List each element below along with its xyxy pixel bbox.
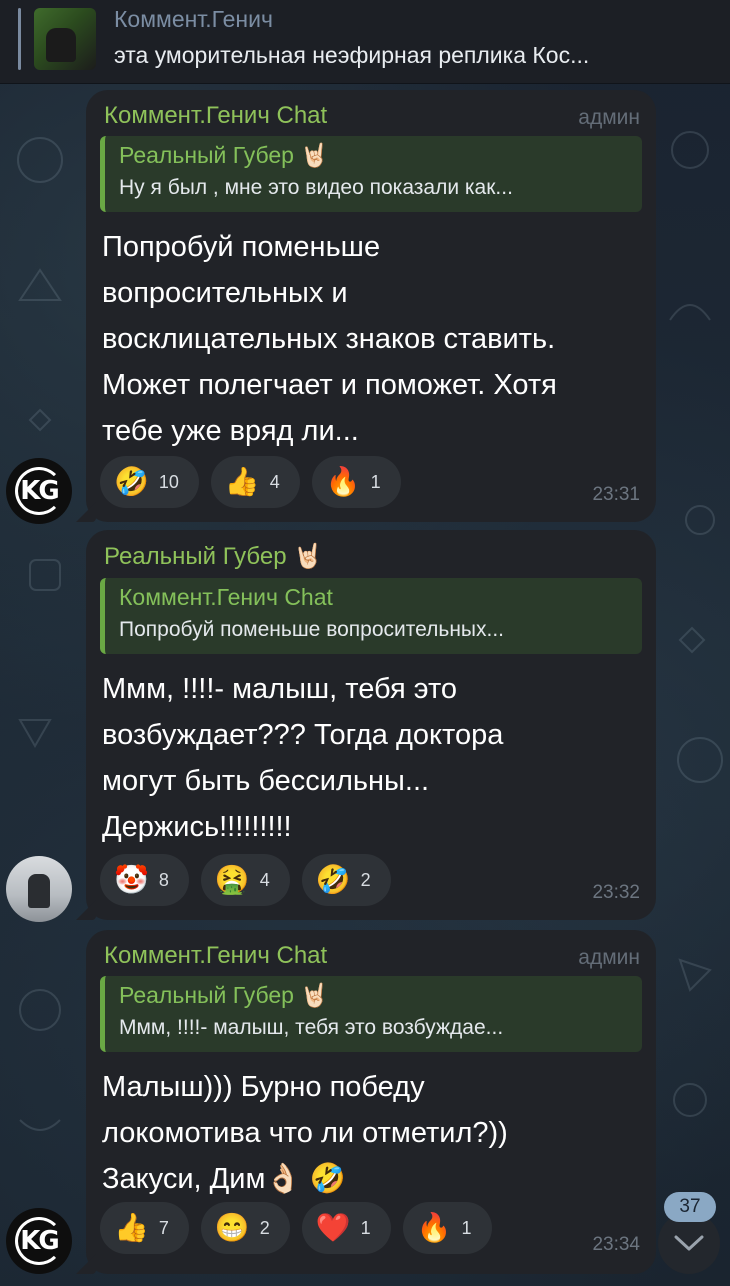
reaction-button[interactable]: 🤣 2 (301, 854, 391, 906)
reaction-button[interactable]: 😁 2 (200, 1202, 290, 1254)
reaction-button[interactable]: 🤮 4 (200, 854, 290, 906)
reply-quote[interactable]: Реальный Губер 🤘🏻 Ну я был , мне это вид… (100, 136, 642, 212)
message-text: Попробуй поменьше вопросительных и воскл… (102, 224, 640, 454)
message-line: восклицательных знаков ставить. (102, 323, 556, 355)
message-line: локомотива что ли отметил?)) (102, 1117, 508, 1149)
avatar-initials: KG (20, 476, 59, 506)
reaction-count: 4 (259, 869, 270, 890)
pinned-text: эта уморительная неэфирная реплика Кос..… (114, 42, 590, 68)
grin-icon: 😁 (214, 1212, 250, 1243)
reply-text: Ну я был , мне это видео показали как... (119, 176, 513, 199)
reaction-count: 1 (461, 1217, 472, 1238)
reply-text: Ммм, !!!!- малыш, тебя это возбуждае... (119, 1016, 504, 1039)
vomit-icon: 🤮 (214, 864, 250, 895)
admin-badge: админ (578, 946, 640, 969)
reaction-button[interactable]: 🤡 8 (100, 854, 189, 906)
avatar[interactable]: KG (6, 458, 72, 524)
reaction-button[interactable]: 👍 7 (100, 1202, 189, 1254)
message-sender[interactable]: Реальный Губер 🤘🏻 (104, 542, 323, 571)
unread-count-badge: 37 (664, 1192, 716, 1222)
message-sender[interactable]: Коммент.Генич Chat (104, 942, 327, 970)
pinned-message-bar[interactable]: Коммент.Генич эта уморительная неэфирная… (0, 0, 730, 84)
reaction-button[interactable]: 🔥 1 (311, 456, 401, 508)
message-time: 23:34 (592, 1234, 640, 1255)
reaction-count: 8 (158, 869, 169, 890)
reply-quote[interactable]: Коммент.Генич Chat Попробуй поменьше воп… (100, 578, 642, 654)
reaction-count: 7 (158, 1217, 169, 1238)
reactions-row: 🤡 8 🤮 4 🤣 2 (100, 854, 391, 906)
message-sender[interactable]: Коммент.Генич Chat (104, 102, 327, 130)
reply-author: Коммент.Генич Chat (119, 584, 333, 610)
pinned-indicator (18, 8, 21, 70)
message-line: Малыш))) Бурно победу (102, 1071, 425, 1103)
admin-badge: админ (578, 106, 640, 129)
avatar[interactable] (6, 856, 72, 922)
message-line: Ммм, !!!!- малыш, тебя это (102, 673, 458, 705)
heart-icon: ❤️ (315, 1212, 351, 1243)
message-time: 23:32 (592, 882, 640, 903)
reactions-row: 👍 7 😁 2 ❤️ 1 🔥 1 (100, 1202, 492, 1254)
reactions-row: 🤣 10 👍 4 🔥 1 (100, 456, 401, 508)
reaction-button[interactable]: ❤️ 1 (301, 1202, 391, 1254)
fire-icon: 🔥 (325, 466, 361, 497)
pinned-thumbnail (34, 8, 96, 70)
reply-author: Реальный Губер 🤘🏻 (119, 982, 329, 1008)
reaction-button[interactable]: 🤣 10 (100, 456, 199, 508)
message-text: Малыш))) Бурно победу локомотива что ли … (102, 1064, 640, 1202)
avatar[interactable]: KG (6, 1208, 72, 1274)
reaction-count: 4 (269, 471, 280, 492)
reaction-count: 1 (360, 1217, 371, 1238)
reaction-count: 2 (259, 1217, 270, 1238)
message-line: тебе уже вряд ли... (102, 415, 359, 447)
reply-quote[interactable]: Реальный Губер 🤘🏻 Ммм, !!!!- малыш, тебя… (100, 976, 642, 1052)
message-line: Закуси, Дим👌🏻 🤣 (102, 1163, 346, 1195)
chevron-down-icon (674, 1235, 704, 1251)
reaction-count: 10 (158, 471, 179, 492)
reaction-button[interactable]: 👍 4 (210, 456, 300, 508)
message-time: 23:31 (592, 484, 640, 505)
message-line: возбуждает??? Тогда доктора (102, 719, 504, 751)
message-text: Ммм, !!!!- малыш, тебя это возбуждает???… (102, 666, 640, 850)
message-bubble[interactable]: Коммент.Генич Chat админ Реальный Губер … (76, 930, 656, 1274)
message-bubble[interactable]: Реальный Губер 🤘🏻 Коммент.Генич Chat Поп… (76, 530, 656, 920)
reaction-button[interactable]: 🔥 1 (402, 1202, 492, 1254)
reply-text: Попробуй поменьше вопросительных... (119, 618, 505, 641)
clown-icon: 🤡 (114, 864, 149, 895)
message-line: вопросительных и (102, 277, 348, 309)
message-bubble[interactable]: Коммент.Генич Chat админ Реальный Губер … (76, 90, 656, 522)
avatar-initials: KG (20, 1226, 59, 1256)
rofl-emoji-icon: 🤣 (315, 864, 351, 895)
reply-author: Реальный Губер 🤘🏻 (119, 142, 329, 168)
pinned-title: Коммент.Генич (114, 6, 273, 32)
message-line: Может полегчает и поможет. Хотя (102, 369, 557, 401)
thumbs-up-icon: 👍 (224, 466, 260, 497)
message-line: могут быть бессильны... (102, 765, 430, 797)
fire-icon: 🔥 (416, 1212, 452, 1243)
reaction-count: 1 (370, 471, 381, 492)
rofl-emoji-icon: 🤣 (114, 466, 149, 497)
message-line: Попробуй поменьше (102, 231, 381, 263)
reaction-count: 2 (360, 869, 371, 890)
message-line: Держись!!!!!!!!! (102, 811, 292, 843)
thumbs-up-icon: 👍 (114, 1212, 149, 1243)
